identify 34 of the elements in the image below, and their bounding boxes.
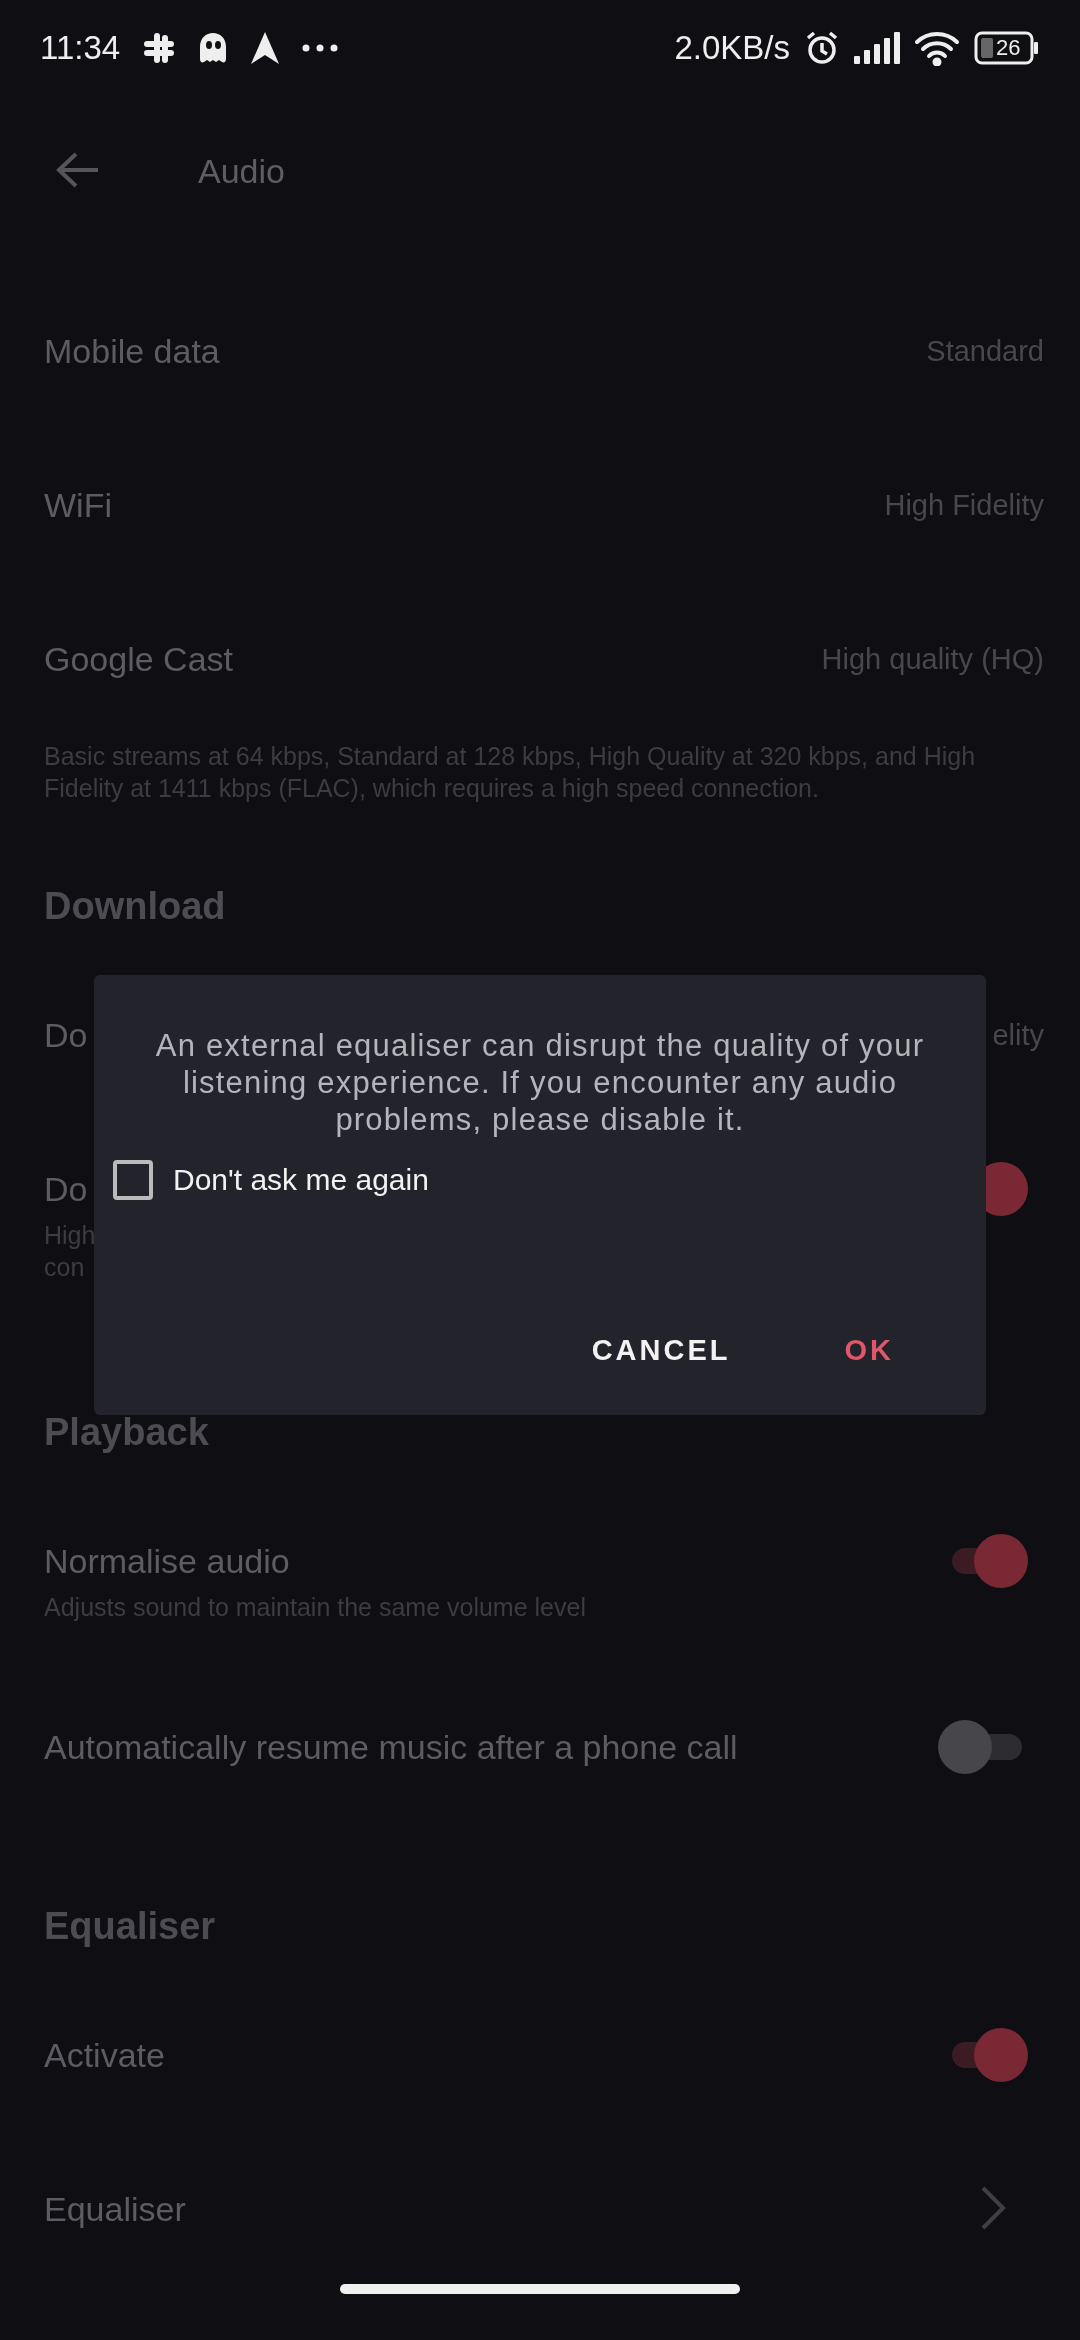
section-header: Playback (43, 1410, 210, 1455)
battery-icon (974, 30, 1040, 65)
setting-value: elity (992, 1018, 1044, 1052)
setting-value: High Fidelity (884, 488, 1044, 522)
setting-label: Mobile data (44, 331, 220, 372)
battery-level: 26 (996, 35, 1021, 60)
setting-label: Normalise audio (44, 1541, 290, 1582)
clock: 11:34 (40, 28, 121, 67)
wifi-icon (914, 29, 960, 66)
setting-label: Do (44, 1169, 88, 1210)
section-header: Download (43, 884, 227, 929)
section-header: Equaliser (43, 1904, 217, 1949)
setting-label: Do (44, 1015, 88, 1056)
signal-icon (854, 31, 900, 64)
dialog-message: An external equaliser can disrupt the quality of your listening experience. If you encounter any audio problems, please disable it. (154, 1027, 926, 1138)
setting-label: WiFi (44, 485, 112, 526)
back-arrow-icon (55, 150, 99, 190)
setting-label: Google Cast (44, 639, 233, 680)
setting-label: Activate (44, 2035, 165, 2076)
network-speed: 2.0KB/s (674, 28, 790, 67)
setting-label: Equaliser (44, 2189, 186, 2230)
screen-title: Audio (198, 152, 285, 191)
checkbox[interactable] (113, 1160, 153, 1200)
more-icon (302, 43, 339, 52)
chevron-right-icon (980, 2184, 1006, 2231)
checkbox-label[interactable]: Don't ask me again (173, 1163, 429, 1197)
alarm-icon (804, 29, 840, 66)
setting-value: Standard (926, 334, 1044, 368)
ghost-icon (198, 30, 229, 65)
dialog-button[interactable]: CANCEL (569, 1314, 753, 1387)
setting-value: High quality (HQ) (821, 642, 1044, 676)
navigation-icon (250, 30, 281, 65)
dialog-button[interactable]: OK (822, 1314, 916, 1387)
setting-label: Automatically resume music after a phone call (44, 1727, 738, 1768)
